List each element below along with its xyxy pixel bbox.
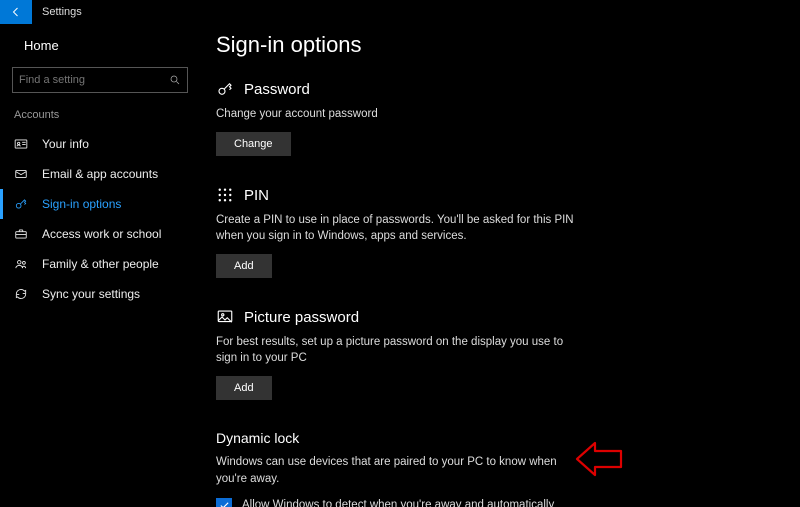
- picture-icon: [216, 308, 234, 326]
- search-input[interactable]: [12, 67, 188, 93]
- sync-icon: [14, 287, 28, 301]
- back-arrow-icon: [10, 6, 22, 18]
- home-button[interactable]: Home: [0, 32, 200, 59]
- sidebar-section-label: Accounts: [0, 109, 200, 129]
- title-bar: Settings: [0, 0, 800, 24]
- change-password-button[interactable]: Change: [216, 132, 291, 156]
- sidebar-item-family-people[interactable]: Family & other people: [0, 249, 200, 279]
- sidebar-item-your-info[interactable]: Your info: [0, 129, 200, 159]
- page-title: Sign-in options: [216, 32, 760, 58]
- sidebar: Home Accounts Your info Email & app acco…: [0, 24, 200, 507]
- people-icon: [14, 257, 28, 271]
- sidebar-item-label: Email & app accounts: [42, 167, 158, 181]
- section-desc: Windows can use devices that are paired …: [216, 454, 586, 486]
- section-password: Password Change your account password Ch…: [216, 80, 616, 156]
- home-label: Home: [24, 38, 59, 53]
- section-title: PIN: [244, 187, 269, 204]
- sidebar-item-sync-settings[interactable]: Sync your settings: [0, 279, 200, 309]
- sidebar-item-label: Family & other people: [42, 257, 159, 271]
- briefcase-icon: [14, 227, 28, 241]
- envelope-icon: [14, 167, 28, 181]
- search-icon: [169, 74, 181, 86]
- main-panel: Sign-in options Password Change your acc…: [200, 24, 800, 507]
- section-pin: PIN Create a PIN to use in place of pass…: [216, 186, 616, 278]
- sidebar-item-label: Your info: [42, 137, 89, 151]
- section-picture-password: Picture password For best results, set u…: [216, 308, 616, 400]
- back-button[interactable]: [0, 0, 32, 24]
- section-desc: For best results, set up a picture passw…: [216, 334, 586, 366]
- search-field[interactable]: [19, 74, 169, 86]
- checkmark-icon: [219, 500, 230, 507]
- dynamic-lock-checkbox-label: Allow Windows to detect when you're away…: [242, 497, 562, 507]
- sidebar-item-email-accounts[interactable]: Email & app accounts: [0, 159, 200, 189]
- sidebar-item-signin-options[interactable]: Sign-in options: [0, 189, 200, 219]
- section-title: Password: [244, 81, 310, 98]
- pin-pad-icon: [216, 186, 234, 204]
- section-desc: Change your account password: [216, 106, 586, 122]
- add-pin-button[interactable]: Add: [216, 254, 272, 278]
- sidebar-item-label: Sign-in options: [42, 197, 121, 211]
- sidebar-item-label: Sync your settings: [42, 287, 140, 301]
- dynamic-lock-checkbox[interactable]: [216, 498, 232, 507]
- section-desc: Create a PIN to use in place of password…: [216, 212, 586, 244]
- key-icon: [216, 80, 234, 98]
- sidebar-item-access-work-school[interactable]: Access work or school: [0, 219, 200, 249]
- add-picture-password-button[interactable]: Add: [216, 376, 272, 400]
- person-card-icon: [14, 137, 28, 151]
- section-title: Picture password: [244, 309, 359, 326]
- sidebar-item-label: Access work or school: [42, 227, 161, 241]
- section-dynamic-lock: Dynamic lock Windows can use devices tha…: [216, 430, 616, 507]
- section-title: Dynamic lock: [216, 430, 616, 446]
- app-title: Settings: [42, 6, 82, 18]
- key-icon: [14, 197, 28, 211]
